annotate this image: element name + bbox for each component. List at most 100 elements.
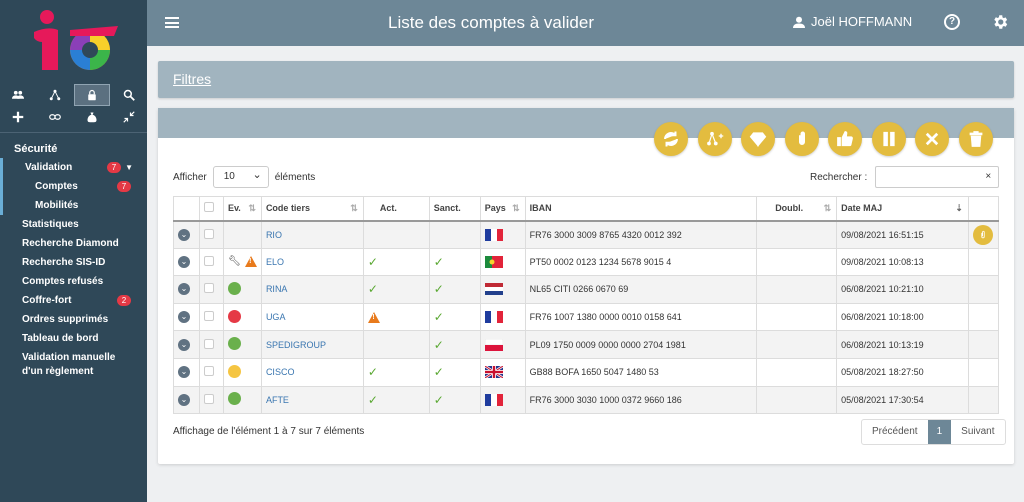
delete-button[interactable]: [958, 122, 993, 156]
prev-page-button[interactable]: Précédent: [862, 420, 928, 444]
gear-icon[interactable]: [991, 13, 1009, 31]
code-tiers-cell[interactable]: SPEDIGROUP: [260, 330, 364, 359]
chevron-down-icon[interactable]: ⌄: [178, 338, 190, 351]
page-1-button[interactable]: 1: [927, 420, 952, 444]
sidebar-item-label: Mobilités: [35, 200, 79, 211]
sort-desc-icon: ⇣: [955, 203, 963, 213]
search-input[interactable]: ×: [875, 166, 1000, 188]
sanct-cell: [428, 220, 481, 249]
select-all-checkbox[interactable]: [203, 202, 214, 213]
row-checkbox[interactable]: [203, 338, 214, 349]
status-dot-green: [227, 281, 241, 295]
table-row[interactable]: ⌄ 🔧︎ ELO ✓ ✓ PT50 0002 0123 1234 5678 90…: [173, 247, 1000, 277]
date-cell: 06/08/2021 10:21:10: [836, 275, 969, 304]
sidebar-item-coffre-fort[interactable]: Coffre-fort 2: [0, 291, 147, 310]
code-tiers-cell[interactable]: RINA: [260, 275, 364, 304]
paperclip-icon: [981, 230, 985, 238]
lock-icon[interactable]: [73, 84, 111, 106]
plus-icon[interactable]: [0, 106, 37, 128]
network-icon[interactable]: [37, 84, 74, 106]
col-label: Doubl.: [775, 203, 804, 214]
col-pays[interactable]: Pays ⇅: [479, 196, 526, 222]
sidebar-item-recherche-sis-id[interactable]: Recherche SIS-ID: [0, 253, 147, 272]
code-tiers-cell[interactable]: RIO: [260, 220, 364, 249]
table-row[interactable]: ⌄ SPEDIGROUP ✓ PL09 1750 0009 0000 0000 …: [173, 330, 1000, 359]
table-row[interactable]: ⌄ UGA ✓ FR76 1007 1380 0000 0010 0158 64…: [173, 302, 1000, 332]
sidebar-item-ordres-supprimes[interactable]: Ordres supprimés: [0, 310, 147, 329]
approve-button[interactable]: [828, 122, 862, 156]
row-checkbox[interactable]: [203, 255, 214, 266]
pause-icon: [882, 131, 895, 147]
reject-button[interactable]: [915, 122, 949, 156]
help-icon[interactable]: ?: [944, 14, 960, 30]
table-row[interactable]: ⌄ AFTE ✓ ✓ FR76 3000 3030 1000 0372 9660…: [173, 385, 1000, 415]
chevron-down-icon[interactable]: ⌄: [178, 311, 190, 324]
code-tiers-cell[interactable]: AFTE: [260, 385, 364, 415]
chevron-down-icon[interactable]: ⌄: [178, 255, 190, 268]
page-length-select[interactable]: 10: [212, 166, 269, 188]
col-doubl[interactable]: Doubl. ⇅: [756, 196, 838, 222]
clear-icon[interactable]: ×: [985, 171, 991, 182]
filters-toggle-link[interactable]: Filtres: [173, 71, 211, 87]
col-ev[interactable]: Ev. ⇅: [222, 196, 262, 222]
table-row[interactable]: ⌄ RIO FR76 3000 3009 8765 4320 0012 392 …: [173, 220, 1000, 249]
sidebar-item-validation-manuelle[interactable]: Validation manuelle d'un règlement: [0, 348, 147, 379]
pause-button[interactable]: [871, 122, 906, 156]
nav-section-title: Sécurité: [14, 143, 58, 155]
col-sanct[interactable]: Sanct.: [428, 196, 481, 222]
row-checkbox[interactable]: [203, 393, 214, 404]
sidebar-item-recherche-diamond[interactable]: Recherche Diamond: [0, 234, 147, 253]
sidebar-item-tableau-de-bord[interactable]: Tableau de bord: [0, 329, 147, 348]
trash-icon: [969, 131, 982, 147]
refresh-button[interactable]: [654, 122, 688, 156]
sort-icon: ⇅: [248, 203, 256, 213]
table-row[interactable]: ⌄ CISCO ✓ ✓ GB88 BOFA 1650 5047 1480 53 …: [173, 357, 1000, 387]
table-row[interactable]: ⌄ RINA ✓ ✓ NL65 CITI 0266 0670 69 06/08/…: [173, 275, 1000, 304]
search-icon[interactable]: [110, 84, 147, 106]
chevron-down-icon[interactable]: ▼: [125, 158, 133, 177]
sidebar-item-comptes-refuses[interactable]: Comptes refusés: [0, 272, 147, 291]
next-page-button[interactable]: Suivant: [951, 420, 1004, 444]
ev-cell: [222, 357, 262, 387]
col-date-maj[interactable]: Date MAJ ⇣: [836, 196, 969, 222]
code-tiers-cell[interactable]: ELO: [260, 247, 364, 277]
check-icon: ✓: [433, 365, 444, 380]
code-tiers-cell[interactable]: CISCO: [260, 357, 364, 387]
money-bag-icon[interactable]: [74, 106, 111, 128]
col-code-tiers[interactable]: Code tiers ⇅: [260, 196, 364, 222]
diamond-button[interactable]: [741, 122, 775, 156]
sidebar-item-validation[interactable]: Validation 7 ▼: [0, 158, 147, 177]
user-menu[interactable]: Joël HOFFMANN: [793, 14, 912, 29]
expand-cell: ⌄: [173, 220, 200, 249]
link-icon[interactable]: [37, 106, 74, 128]
attachment-button[interactable]: [784, 122, 819, 156]
row-checkbox[interactable]: [203, 228, 214, 239]
act-cell: ✓: [362, 385, 430, 415]
chevron-down-icon[interactable]: ⌄: [178, 393, 190, 406]
sidebar-item-mobilites[interactable]: Mobilités: [0, 196, 147, 215]
row-checkbox[interactable]: [203, 311, 214, 322]
close-icon: [925, 132, 939, 146]
ev-cell: [222, 302, 262, 332]
ev-cell: [222, 330, 262, 359]
network-action-button[interactable]: [697, 122, 732, 156]
sidebar-item-label: Validation manuelle d'un règlement: [22, 352, 116, 377]
col-act[interactable]: Act.: [362, 196, 430, 222]
sidebar-item-comptes[interactable]: Comptes 7: [0, 177, 147, 196]
chevron-down-icon[interactable]: ⌄: [178, 283, 190, 296]
check-icon: ✓: [433, 282, 444, 297]
iban-cell: NL65 CITI 0266 0670 69: [524, 275, 758, 304]
code-tiers-cell[interactable]: UGA: [260, 302, 364, 332]
sidebar-item-statistiques[interactable]: Statistiques: [0, 215, 147, 234]
users-icon[interactable]: [0, 84, 37, 106]
compress-icon[interactable]: [110, 106, 147, 128]
chevron-down-icon[interactable]: ⌄: [178, 228, 190, 241]
row-checkbox[interactable]: [203, 283, 214, 294]
row-checkbox[interactable]: [203, 366, 214, 377]
sort-icon: ⇅: [350, 203, 358, 213]
attachment-button[interactable]: [972, 224, 993, 245]
col-label: IBAN: [529, 203, 552, 214]
chevron-down-icon[interactable]: ⌄: [178, 366, 190, 379]
col-iban[interactable]: IBAN: [524, 196, 758, 222]
col-label: Sanct.: [433, 203, 461, 214]
